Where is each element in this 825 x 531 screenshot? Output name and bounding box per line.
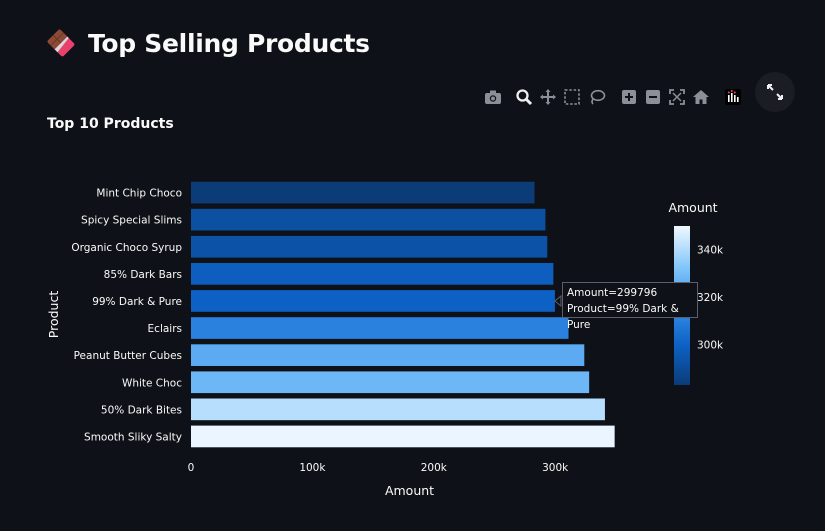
tooltip-amount: Amount=299796 — [567, 287, 658, 299]
tooltip-pointer — [554, 294, 562, 308]
y-tick-label: Organic Choco Syrup — [71, 242, 182, 254]
bar-chart: Mint Chip Choco Spicy Special Slims Organi… — [46, 181, 724, 498]
bar[interactable] — [191, 235, 548, 258]
colorbar-tick-label: 320k — [697, 292, 724, 304]
y-tick-label: 99% Dark & Pure — [92, 296, 182, 308]
x-tick-label: 300k — [542, 462, 569, 474]
colorbar-tick-label: 300k — [697, 340, 724, 352]
bar[interactable] — [191, 317, 569, 339]
y-axis-title: Product — [46, 291, 61, 339]
bar[interactable] — [191, 290, 555, 312]
bar[interactable] — [191, 344, 585, 366]
tooltip-product: Product=99% Dark & Pure — [567, 303, 679, 331]
bar[interactable] — [191, 425, 615, 448]
colorbar-title: Amount — [668, 200, 717, 215]
hover-tooltip: Amount=299796 Product=99% Dark & Pure — [562, 282, 698, 331]
colorbar-tick-label: 340k — [697, 245, 724, 257]
y-tick-label: Mint Chip Choco — [96, 188, 182, 200]
y-tick-label: Smooth Sliky Salty — [84, 431, 182, 443]
bar[interactable] — [191, 208, 546, 231]
x-axis-title: Amount — [385, 483, 434, 498]
x-tick-label: 200k — [421, 462, 448, 474]
y-tick-label: 50% Dark Bites — [101, 404, 182, 416]
bar[interactable] — [191, 181, 535, 204]
y-tick-label: 85% Dark Bars — [104, 269, 182, 281]
y-tick-label: Peanut Butter Cubes — [74, 350, 182, 362]
bar[interactable] — [191, 263, 554, 285]
y-tick-label: White Choc — [122, 377, 182, 389]
bar[interactable] — [191, 398, 605, 421]
y-tick-label: Eclairs — [148, 323, 182, 335]
bar[interactable] — [191, 371, 590, 394]
y-tick-label: Spicy Special Slims — [81, 215, 182, 227]
x-tick-label: 0 — [188, 462, 195, 474]
x-tick-label: 100k — [299, 462, 326, 474]
